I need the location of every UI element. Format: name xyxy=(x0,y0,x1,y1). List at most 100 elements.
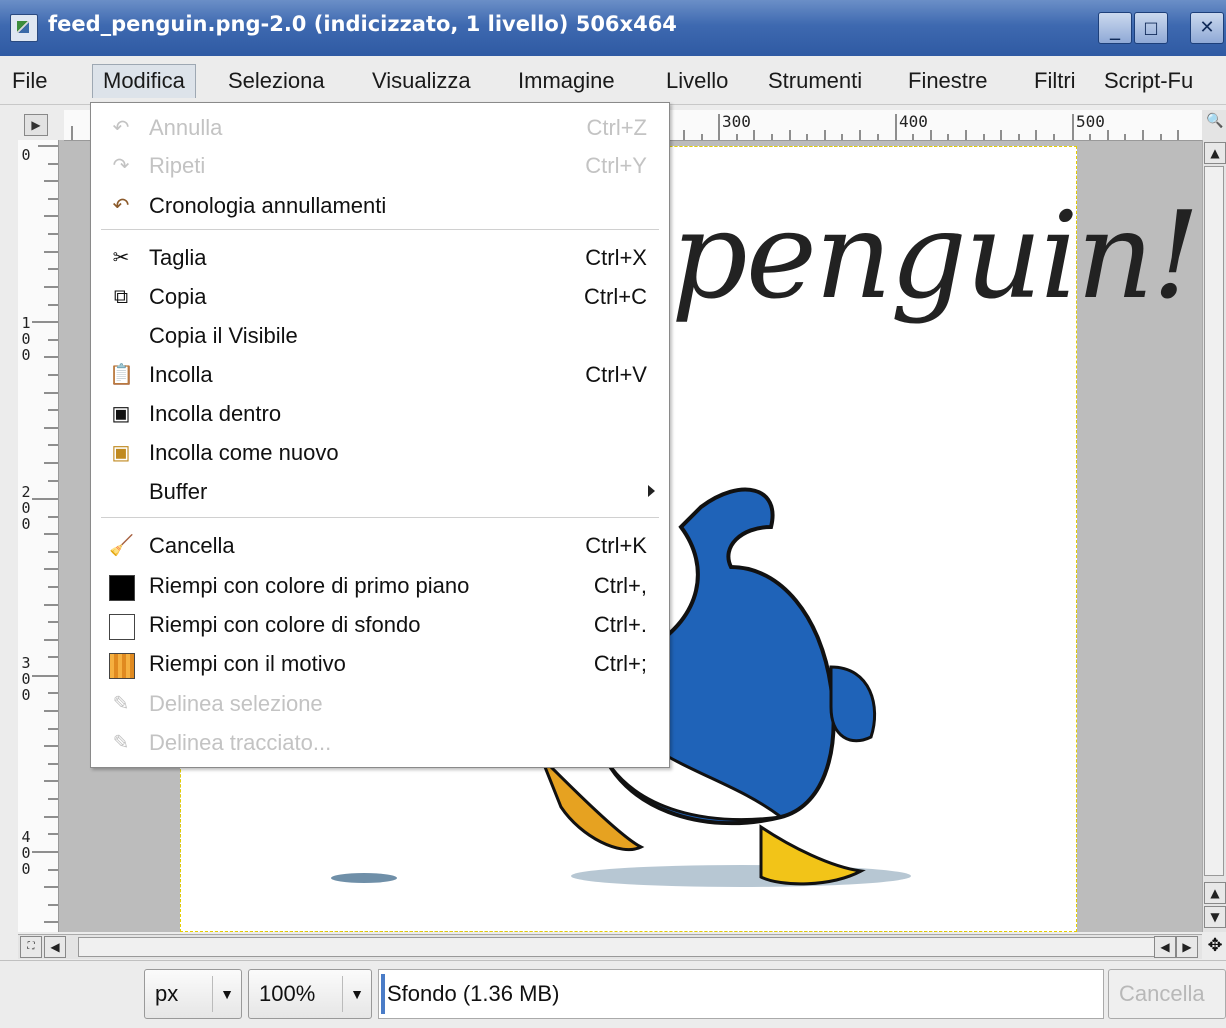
layer-info: Sfondo (1.36 MB) xyxy=(378,969,1104,1019)
ruler-label-0: 0 xyxy=(21,146,31,164)
menu-item-shortcut: Ctrl+K xyxy=(585,533,647,558)
menu-item-incolla[interactable]: 📋 Incolla Ctrl+V xyxy=(91,356,669,394)
menu-item-label: Copia xyxy=(149,284,207,309)
cancel-button[interactable]: Cancella xyxy=(1108,969,1226,1019)
horizontal-scrollbar[interactable]: ⛶ ◀ ◀ ▶ xyxy=(18,934,1202,959)
pattern-swatch xyxy=(109,653,135,679)
ruler-digit: 0 xyxy=(21,844,31,862)
menu-item-buffer[interactable]: Buffer xyxy=(91,473,669,511)
menu-item-ripeti[interactable]: ↷ Ripeti Ctrl+Y xyxy=(91,147,669,185)
menu-item-incolla-dentro[interactable]: ▣ Incolla dentro xyxy=(91,395,669,433)
title-bar: feed_penguin.png-2.0 (indicizzato, 1 liv… xyxy=(0,0,1226,56)
menu-item-shortcut: Ctrl+, xyxy=(593,573,647,598)
menu-item-cronologia[interactable]: ↶ Cronologia annullamenti xyxy=(91,187,669,225)
menu-immagine-label: Immagine xyxy=(518,68,615,93)
menu-item-label: Incolla dentro xyxy=(149,401,282,426)
menu-visualizza-label: Visualizza xyxy=(372,68,471,93)
menu-visualizza[interactable]: Visualizza xyxy=(362,64,481,98)
menu-item-shortcut: Ctrl+. xyxy=(593,612,647,637)
chevron-down-icon: ▼ xyxy=(342,976,371,1012)
menu-filtri-label: Filtri xyxy=(1034,68,1076,93)
paste-as-new-icon: ▣ xyxy=(111,442,131,464)
cut-icon: ✂ xyxy=(112,247,130,269)
menu-item-copia[interactable]: ⧉ Copia Ctrl+C xyxy=(91,278,669,316)
navigate-icon[interactable]: ⛶ xyxy=(20,936,42,958)
window-title: feed_penguin.png-2.0 (indicizzato, 1 liv… xyxy=(48,12,677,36)
gimp-app-icon[interactable] xyxy=(10,14,38,42)
close-button[interactable]: ✕ xyxy=(1190,12,1224,44)
navigate-move-icon[interactable]: ✥ xyxy=(1204,935,1226,957)
maximize-button[interactable]: □ xyxy=(1134,12,1168,44)
menu-separator xyxy=(101,517,659,518)
scroll-down-arrow-icon[interactable]: ▲ xyxy=(1204,882,1226,904)
undo-history-icon: ↶ xyxy=(112,195,130,217)
ruler-digit: 3 xyxy=(21,654,31,672)
menu-modifica-label: Modifica xyxy=(103,68,185,93)
stroke-path-icon: ✎ xyxy=(112,732,130,754)
menu-item-annulla[interactable]: ↶ Annulla Ctrl+Z xyxy=(91,109,669,147)
ruler-digit: 0 xyxy=(21,670,31,688)
scroll-right-arrow-icon[interactable]: ▶ xyxy=(1176,936,1198,958)
zoom-button[interactable]: 🔍 xyxy=(1202,110,1226,140)
menu-item-riempi-sfondo[interactable]: Riempi con colore di sfondo Ctrl+. xyxy=(91,606,669,644)
vertical-scroll-thumb[interactable] xyxy=(1204,166,1224,876)
menu-seleziona[interactable]: Seleziona xyxy=(218,64,335,98)
menu-item-copia-visibile[interactable]: Copia il Visibile xyxy=(91,317,669,355)
menu-file[interactable]: File xyxy=(2,64,57,98)
vertical-ruler[interactable]: 0 1 0 0 2 0 0 3 0 0 4 0 0 xyxy=(18,140,59,932)
menu-item-label: Taglia xyxy=(149,245,207,270)
quick-mask-menu-button[interactable]: ▶ xyxy=(24,114,48,136)
menu-item-label: Ripeti xyxy=(149,153,206,178)
menu-item-riempi-primo-piano[interactable]: Riempi con colore di primo piano Ctrl+, xyxy=(91,567,669,605)
menu-immagine[interactable]: Immagine xyxy=(508,64,625,98)
menu-item-shortcut: Ctrl+Y xyxy=(585,153,647,178)
menu-item-delinea-selezione[interactable]: ✎ Delinea selezione xyxy=(91,685,669,723)
minimize-button[interactable]: _ xyxy=(1098,12,1132,44)
ruler-label-300: 300 xyxy=(722,112,751,131)
chevron-down-icon: ▼ xyxy=(212,976,241,1012)
menu-seleziona-label: Seleziona xyxy=(228,68,325,93)
vertical-scrollbar[interactable]: ▲ ▲ ▼ xyxy=(1202,140,1226,932)
menu-item-cancella[interactable]: 🧹 Cancella Ctrl+K xyxy=(91,527,669,565)
copy-icon: ⧉ xyxy=(113,286,129,308)
bg-color-swatch xyxy=(109,614,135,640)
menu-livello[interactable]: Livello xyxy=(656,64,738,98)
menu-item-label: Buffer xyxy=(149,479,208,504)
menu-item-delinea-tracciato[interactable]: ✎ Delinea tracciato... xyxy=(91,724,669,762)
vertical-ruler-ticks xyxy=(32,145,58,923)
menu-modifica[interactable]: Modifica xyxy=(92,64,196,98)
menu-item-taglia[interactable]: ✂ Taglia Ctrl+X xyxy=(91,239,669,277)
zoom-icon: 🔍 xyxy=(1206,113,1224,129)
menu-item-incolla-nuovo[interactable]: ▣ Incolla come nuovo xyxy=(91,434,669,472)
zoom-selector[interactable]: 100% ▼ xyxy=(248,969,372,1019)
ruler-digit: 0 xyxy=(21,686,31,704)
menu-item-label: Riempi con il motivo xyxy=(149,651,346,676)
menu-item-label: Incolla xyxy=(149,362,213,387)
scroll-up-arrow-icon[interactable]: ▲ xyxy=(1204,142,1226,164)
zoom-value: 100% xyxy=(259,981,316,1006)
ruler-label-500: 500 xyxy=(1076,112,1105,131)
undo-icon: ↶ xyxy=(112,117,130,139)
menu-script-fu[interactable]: Script-Fu xyxy=(1094,64,1203,98)
scroll-left-arrow-icon-2[interactable]: ◀ xyxy=(1154,936,1176,958)
menu-item-label: Incolla come nuovo xyxy=(149,440,339,465)
menu-finestre[interactable]: Finestre xyxy=(898,64,997,98)
menu-script-fu-label: Script-Fu xyxy=(1104,68,1194,93)
scroll-left-arrow-icon[interactable]: ◀ xyxy=(44,936,66,958)
horizontal-scroll-thumb[interactable] xyxy=(78,937,1158,957)
ruler-digit: 1 xyxy=(21,314,31,332)
menu-item-riempi-motivo[interactable]: Riempi con il motivo Ctrl+; xyxy=(91,645,669,683)
menu-item-shortcut: Ctrl+V xyxy=(585,362,647,387)
submenu-arrow-icon xyxy=(648,485,655,497)
scroll-down-arrow-icon-2[interactable]: ▼ xyxy=(1204,906,1226,928)
menu-strumenti[interactable]: Strumenti xyxy=(758,64,872,98)
menu-item-shortcut: Ctrl+; xyxy=(593,651,647,676)
unit-selector[interactable]: px ▼ xyxy=(144,969,242,1019)
paste-into-icon: ▣ xyxy=(111,403,131,425)
edit-menu-dropdown: ↶ Annulla Ctrl+Z ↷ Ripeti Ctrl+Y ↶ Crono… xyxy=(90,102,670,768)
status-bar: px ▼ 100% ▼ Sfondo (1.36 MB) Cancella xyxy=(0,960,1226,1028)
menu-item-label: Copia il Visibile xyxy=(149,323,298,348)
ruler-digit: 0 xyxy=(21,346,31,364)
menu-bar: File Modifica Seleziona Visualizza Immag… xyxy=(0,56,1226,105)
menu-filtri[interactable]: Filtri xyxy=(1024,64,1086,98)
